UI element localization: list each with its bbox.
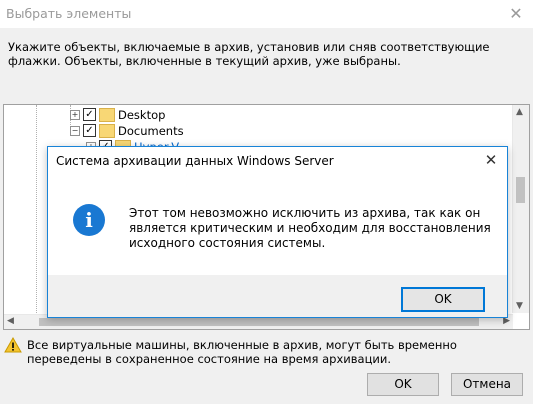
- instruction-text: Укажите объекты, включаемые в архив, уст…: [8, 40, 490, 68]
- cancel-button[interactable]: Отмена: [451, 373, 523, 396]
- info-icon: i: [73, 204, 105, 236]
- dialog-message: Этот том невозможно исключить из архива,…: [129, 206, 491, 250]
- collapse-icon[interactable]: −: [70, 126, 80, 136]
- warning-icon: [4, 337, 22, 353]
- folder-icon: [99, 108, 115, 122]
- tree-item-desktop[interactable]: + ✓ Desktop: [70, 107, 270, 123]
- scroll-thumb[interactable]: [516, 177, 525, 203]
- dialog-footer: OK: [48, 275, 507, 317]
- tree-item-label: Desktop: [118, 108, 166, 122]
- message-dialog: Система архивации данных Windows Server …: [47, 146, 508, 318]
- tree-item-documents[interactable]: − ✓ Documents: [70, 123, 270, 139]
- close-icon[interactable]: ✕: [481, 150, 501, 170]
- scroll-left-icon[interactable]: ◀: [7, 316, 14, 326]
- tree-guide-line: [36, 105, 37, 315]
- dialog-title: Система архивации данных Windows Server: [56, 154, 334, 168]
- window-title: Выбрать элементы: [6, 6, 132, 21]
- window-title-bar: Выбрать элементы ✕: [0, 0, 533, 28]
- ok-button[interactable]: OK: [367, 373, 439, 396]
- scroll-thumb[interactable]: [39, 318, 479, 326]
- expand-icon[interactable]: +: [70, 110, 80, 120]
- warning-text: Все виртуальные машины, включенные в арх…: [27, 338, 457, 366]
- checkbox-documents[interactable]: ✓: [83, 124, 96, 137]
- close-icon[interactable]: ✕: [505, 3, 527, 25]
- tree-item-label: Documents: [118, 124, 184, 138]
- dialog-ok-button[interactable]: OK: [401, 287, 485, 312]
- scroll-down-icon[interactable]: ▼: [516, 301, 523, 311]
- vertical-scrollbar[interactable]: ▲ ▼: [512, 105, 529, 313]
- folder-icon: [99, 124, 115, 138]
- checkbox-desktop[interactable]: ✓: [83, 108, 96, 121]
- scroll-up-icon[interactable]: ▲: [516, 107, 523, 117]
